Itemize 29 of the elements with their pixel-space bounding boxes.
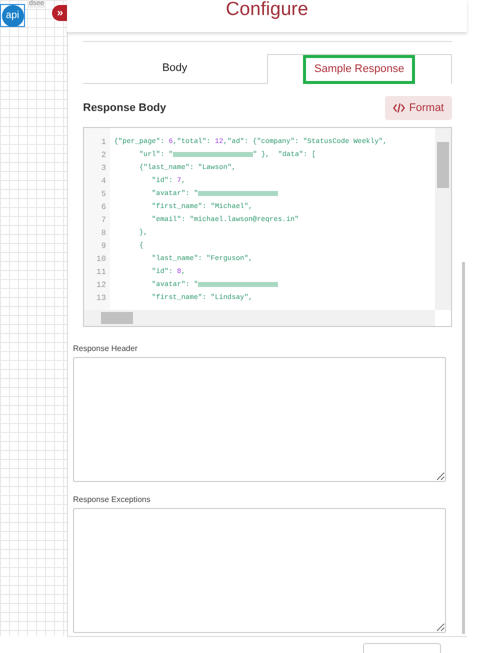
line-number: 4 (100, 176, 107, 188)
line-number: 13 (95, 293, 107, 305)
format-button[interactable]: Format (385, 96, 452, 120)
line-number: 6 (100, 202, 107, 214)
code-icon (393, 103, 406, 113)
line-number: 8 (100, 228, 107, 240)
code-editor[interactable] (83, 127, 452, 327)
field-label: Response Header (73, 343, 138, 355)
tab[interactable]: Body (83, 54, 266, 84)
response-header-field[interactable] (73, 357, 446, 482)
panel-title: Configure (226, 0, 308, 20)
line-number: 3 (100, 163, 107, 175)
line-number: 12 (95, 280, 107, 292)
vertical-scrollbar[interactable] (435, 128, 451, 310)
field-label: Response Exceptions (73, 494, 152, 506)
line-number: 9 (100, 241, 107, 253)
line-number: 10 (95, 254, 107, 266)
line-number: 11 (95, 267, 107, 279)
response-exceptions-field[interactable] (73, 508, 446, 633)
line-number: 5 (100, 189, 107, 201)
panel-scrollbar[interactable] (462, 262, 465, 634)
api-node[interactable]: api (0, 4, 25, 27)
line-number: 1 (100, 137, 107, 149)
section-label: Response Body (83, 100, 166, 116)
tab[interactable]: Sample Response (266, 54, 452, 84)
horizontal-scrollbar[interactable] (84, 310, 435, 326)
line-number: 7 (100, 215, 107, 227)
line-number: 2 (100, 150, 107, 162)
collapse-toggle[interactable]: » (52, 5, 68, 21)
